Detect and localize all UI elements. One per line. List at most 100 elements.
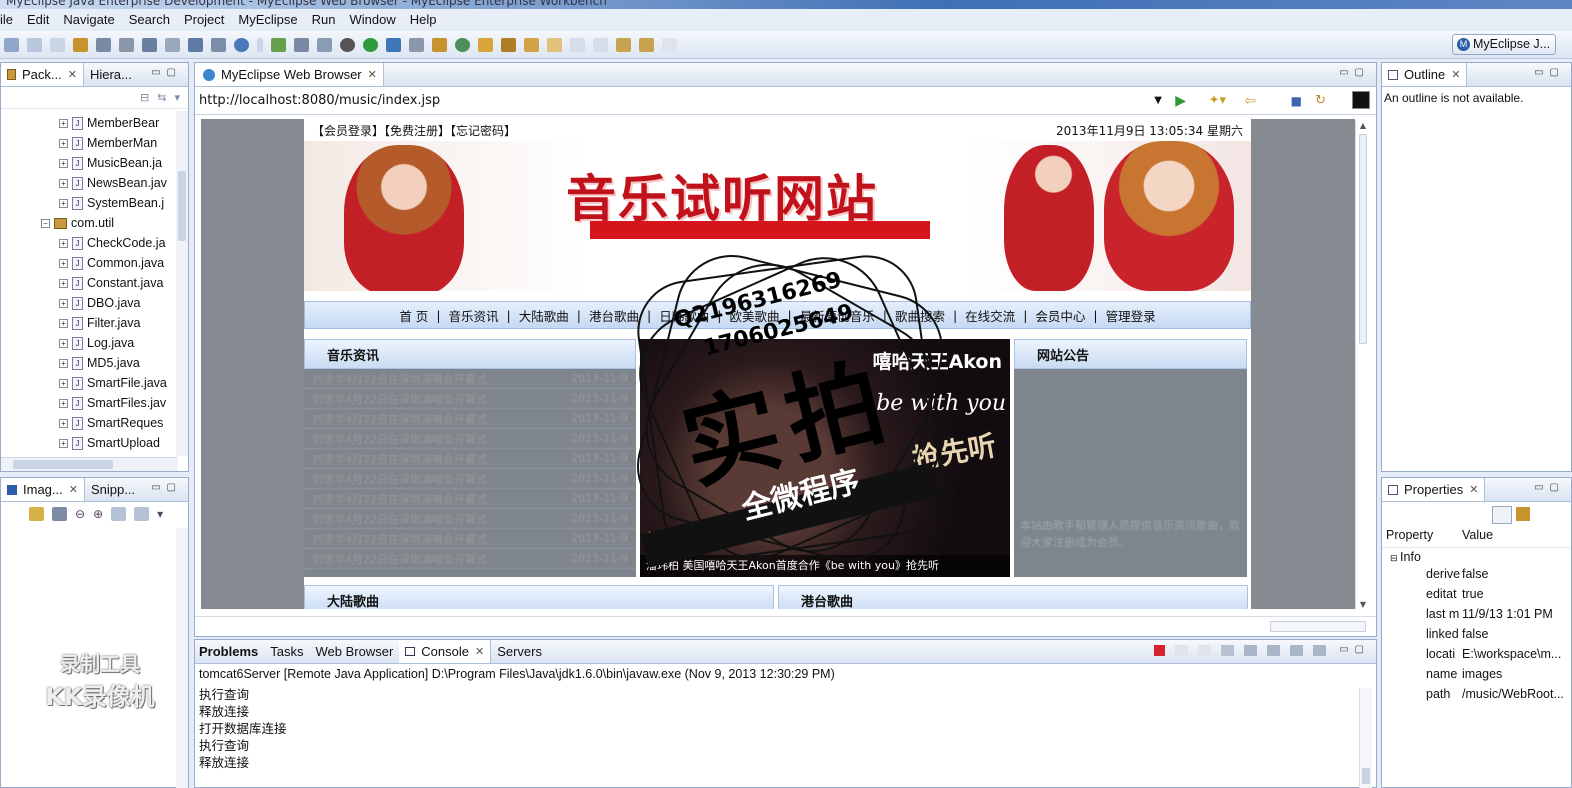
news-title[interactable]: 刘德华4月22日在深圳演唱会开幕式 bbox=[312, 411, 487, 427]
site-nav-item[interactable]: 歌曲搜索 bbox=[891, 306, 949, 325]
news-title[interactable]: 刘德华4月22日在深圳演唱会开幕式 bbox=[312, 471, 487, 487]
tree-file-item[interactable]: + J Log.java bbox=[59, 333, 134, 353]
news-row[interactable]: 刘德华4月22日在深圳演唱会开幕式 2013-11-9 bbox=[304, 529, 636, 549]
cycle-icon[interactable] bbox=[455, 37, 470, 52]
remove-all-icon[interactable] bbox=[1198, 645, 1211, 656]
minimize-maximize-icon[interactable]: ▭▢ bbox=[1534, 67, 1565, 78]
site-nav-item[interactable]: 欧美歌曲 bbox=[725, 306, 783, 325]
window-icon[interactable] bbox=[317, 37, 332, 52]
news-title[interactable]: 刘德华4月22日在深圳演唱会开幕式 bbox=[312, 551, 487, 567]
stop-icon[interactable]: ■ bbox=[1291, 94, 1302, 108]
expand-icon[interactable]: + bbox=[59, 178, 68, 188]
tree-package-item[interactable]: − com.util bbox=[41, 213, 114, 233]
browser-vscroll-thumb[interactable] bbox=[1359, 134, 1367, 344]
menu-item-navigate[interactable]: Navigate bbox=[56, 12, 121, 27]
expand-icon[interactable]: + bbox=[59, 158, 68, 168]
property-row[interactable]: linked false bbox=[1382, 624, 1571, 644]
news-row[interactable]: 刘德华4月22日在深圳演唱会开幕式 2013-11-9 bbox=[304, 429, 636, 449]
tree-file-item[interactable]: + J MusicBean.ja bbox=[59, 153, 162, 173]
next-annot-icon[interactable] bbox=[639, 37, 654, 52]
news-row[interactable]: 刘德华4月22日在深圳演唱会开幕式 2013-11-9 bbox=[304, 509, 636, 529]
tool-icon[interactable] bbox=[501, 37, 516, 52]
box-icon[interactable] bbox=[73, 37, 88, 52]
menu-item-window[interactable]: Window bbox=[343, 12, 403, 27]
close-icon[interactable]: ✕ bbox=[1451, 68, 1460, 81]
close-icon[interactable]: ✕ bbox=[368, 68, 377, 81]
site-nav-item[interactable]: 音乐资讯 bbox=[445, 306, 503, 325]
expand-icon[interactable]: + bbox=[59, 338, 68, 348]
fullscreen-icon[interactable] bbox=[134, 507, 150, 521]
db-icon[interactable] bbox=[188, 37, 203, 52]
zoom-in-icon[interactable]: ⊕ bbox=[93, 507, 103, 521]
expand-icon[interactable]: + bbox=[59, 398, 68, 408]
debug-icon[interactable] bbox=[386, 37, 401, 52]
print-icon[interactable] bbox=[50, 37, 65, 52]
menu-item-edit[interactable]: Edit bbox=[20, 12, 56, 27]
monitor-icon[interactable] bbox=[294, 37, 309, 52]
remove-launch-icon[interactable] bbox=[1175, 645, 1188, 656]
expand-icon[interactable]: + bbox=[59, 378, 68, 388]
tree-vscroll-thumb[interactable] bbox=[178, 171, 186, 241]
tab-servers[interactable]: Servers bbox=[491, 640, 548, 663]
wizard-icon[interactable] bbox=[165, 37, 180, 52]
minimize-maximize-icon[interactable]: ▭▢ bbox=[1339, 644, 1370, 655]
scroll-down-icon[interactable]: ▼ bbox=[1356, 600, 1370, 609]
tab-package-explorer[interactable]: Pack... ✕ bbox=[1, 63, 84, 86]
refresh-icon[interactable]: ↻ bbox=[1315, 93, 1326, 108]
expand-icon[interactable]: + bbox=[59, 318, 68, 328]
property-row[interactable]: derive false bbox=[1382, 564, 1571, 584]
image-vscrollbar[interactable] bbox=[176, 528, 188, 788]
nav-forward-icon[interactable] bbox=[593, 37, 608, 52]
expand-icon[interactable]: + bbox=[59, 358, 68, 368]
property-row[interactable]: locati E:\workspace\m... bbox=[1382, 644, 1571, 664]
browser-vscrollbar[interactable]: ▲ ▼ bbox=[1355, 121, 1370, 609]
site-nav-item[interactable]: 首 页 bbox=[395, 306, 432, 325]
close-icon[interactable]: ✕ bbox=[475, 645, 484, 658]
news-title[interactable]: 刘德华4月22日在深圳演唱会开幕式 bbox=[312, 531, 487, 547]
clear-console-icon[interactable] bbox=[1221, 645, 1234, 656]
dropdown-arrow-icon[interactable]: ▼ bbox=[1154, 95, 1162, 106]
tab-snippets[interactable]: Snipp... bbox=[85, 478, 141, 501]
property-row[interactable]: last m 11/9/13 1:01 PM bbox=[1382, 604, 1571, 624]
prev-annot-icon[interactable] bbox=[616, 37, 631, 52]
pin-icon[interactable] bbox=[29, 507, 44, 521]
terminate-icon[interactable] bbox=[1154, 645, 1165, 656]
tab-outline[interactable]: Outline ✕ bbox=[1382, 63, 1468, 86]
view-menu-icon[interactable]: ▾ bbox=[174, 91, 180, 104]
menu-item-run[interactable]: Run bbox=[305, 12, 343, 27]
expand-icon[interactable]: + bbox=[59, 278, 68, 288]
property-row[interactable]: name images bbox=[1382, 664, 1571, 684]
news-title[interactable]: 刘德华4月22日在深圳演唱会开幕式 bbox=[312, 451, 487, 467]
tree-file-item[interactable]: + J MemberMan bbox=[59, 133, 157, 153]
site-nav-item[interactable]: 大陆歌曲 bbox=[515, 306, 573, 325]
collapse-all-icon[interactable]: ⊟ bbox=[140, 91, 149, 104]
display-console-icon[interactable] bbox=[1290, 645, 1303, 656]
collapse-icon[interactable]: − bbox=[41, 218, 50, 228]
menu-item-ile[interactable]: ile bbox=[0, 12, 20, 27]
refresh-icon[interactable] bbox=[271, 37, 286, 52]
fit-icon[interactable] bbox=[52, 507, 67, 521]
tab-web-browser[interactable]: MyEclipse Web Browser ✕ bbox=[195, 63, 384, 86]
web-icon[interactable] bbox=[211, 37, 226, 52]
news-title[interactable]: 刘德华4月22日在深圳演唱会开幕式 bbox=[312, 511, 487, 527]
slide-caption[interactable]: 潘玮柏 美国嘻哈天王Akon首度合作《be with you》抢先听 bbox=[640, 555, 1010, 577]
folder-icon[interactable] bbox=[478, 37, 493, 52]
tree-file-item[interactable]: + J CheckCode.ja bbox=[59, 233, 166, 253]
site-nav-item[interactable]: 会员中心 bbox=[1031, 306, 1089, 325]
news-row[interactable]: 刘德华4月22日在深圳演唱会开幕式 2013-11-9 bbox=[304, 549, 636, 569]
link-editor-icon[interactable]: ⇆ bbox=[157, 91, 166, 104]
news-row[interactable]: 刘德华4月22日在深圳演唱会开幕式 2013-11-9 bbox=[304, 449, 636, 469]
news-row[interactable]: 刘德华4月22日在深圳演唱会开幕式 2013-11-9 bbox=[304, 489, 636, 509]
site-nav-item[interactable]: 最新原创音乐 bbox=[796, 306, 879, 325]
tree-file-item[interactable]: + J Filter.java bbox=[59, 313, 141, 333]
news-title[interactable]: 刘德华4月22日在深圳演唱会开幕式 bbox=[312, 391, 487, 407]
deploy-icon[interactable] bbox=[142, 37, 157, 52]
actual-size-icon[interactable] bbox=[111, 507, 127, 521]
categories-icon[interactable] bbox=[1492, 506, 1512, 524]
arrow-icon[interactable] bbox=[662, 37, 677, 52]
minimize-maximize-icon[interactable]: ▭▢ bbox=[151, 482, 182, 493]
search-icon[interactable] bbox=[547, 37, 562, 52]
menu-item-help[interactable]: Help bbox=[403, 12, 444, 27]
server-icon[interactable] bbox=[119, 37, 134, 52]
tab-tasks[interactable]: Tasks bbox=[264, 640, 309, 663]
